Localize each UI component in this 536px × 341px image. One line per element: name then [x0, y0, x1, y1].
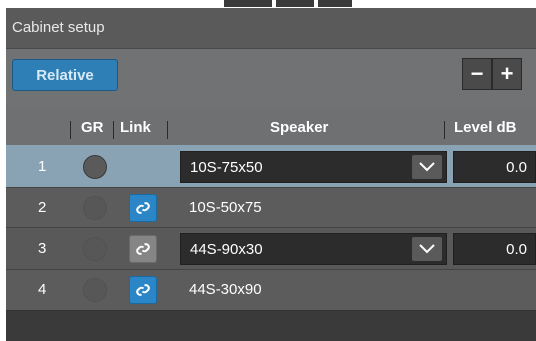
- panel-header: Cabinet setup: [6, 8, 536, 49]
- chevron-down-icon[interactable]: [412, 237, 442, 261]
- level-input[interactable]: 0.0: [453, 151, 536, 183]
- chevron-down-icon[interactable]: [412, 155, 442, 179]
- add-row-button[interactable]: +: [492, 58, 522, 90]
- column-separator: [113, 121, 114, 139]
- column-separator: [70, 121, 71, 139]
- level-input[interactable]: 0.0: [453, 233, 536, 265]
- link-toggle-button[interactable]: [129, 194, 157, 222]
- top-tab[interactable]: [224, 0, 272, 7]
- level-value: 0.0: [506, 241, 527, 258]
- row-number: 1: [38, 158, 47, 175]
- table-row[interactable]: 4 44S-30x90: [6, 270, 536, 310]
- table-row[interactable]: 1 10S-75x50 0.0: [6, 145, 536, 188]
- top-tab[interactable]: [276, 0, 314, 7]
- speaker-value: 44S-90x30: [190, 241, 263, 258]
- gr-indicator-icon: [83, 237, 107, 261]
- remove-row-button[interactable]: −: [462, 58, 492, 90]
- table-row[interactable]: 3 44S-90x30 0.0: [6, 228, 536, 270]
- panel-title: Cabinet setup: [12, 19, 105, 36]
- link-toggle-button[interactable]: [129, 276, 157, 304]
- gr-indicator-icon: [83, 278, 107, 302]
- header-speaker: Speaker: [270, 119, 329, 136]
- row-number: 3: [38, 240, 47, 257]
- column-separator: [167, 121, 168, 139]
- speaker-value: 10S-75x50: [190, 159, 263, 176]
- cabinet-setup-panel: Cabinet setup Relative − + GR Link Speak…: [6, 8, 536, 341]
- header-level: Level dB: [454, 119, 517, 136]
- chain-link-icon: [136, 284, 150, 296]
- panel-footer: [6, 311, 536, 341]
- row-number: 2: [38, 199, 47, 216]
- toolbar: Relative − +: [6, 49, 536, 107]
- top-tab[interactable]: [318, 0, 352, 7]
- gr-indicator-icon: [83, 196, 107, 220]
- column-separator: [444, 121, 445, 139]
- row-number: 4: [38, 281, 47, 298]
- speaker-name: 44S-30x90: [189, 281, 262, 298]
- chain-link-icon: [136, 202, 150, 214]
- speaker-select[interactable]: 10S-75x50: [180, 151, 447, 183]
- gr-indicator-icon: [83, 155, 107, 179]
- top-strip: [0, 0, 536, 8]
- table-row[interactable]: 2 10S-50x75: [6, 188, 536, 228]
- header-gr: GR: [81, 119, 104, 136]
- speaker-select[interactable]: 44S-90x30: [180, 233, 447, 265]
- chain-link-icon: [136, 243, 150, 255]
- header-link: Link: [120, 119, 151, 136]
- table-header: GR Link Speaker Level dB: [6, 107, 536, 145]
- level-value: 0.0: [506, 159, 527, 176]
- speaker-name: 10S-50x75: [189, 199, 262, 216]
- link-toggle-button[interactable]: [129, 235, 157, 263]
- relative-button[interactable]: Relative: [12, 59, 118, 91]
